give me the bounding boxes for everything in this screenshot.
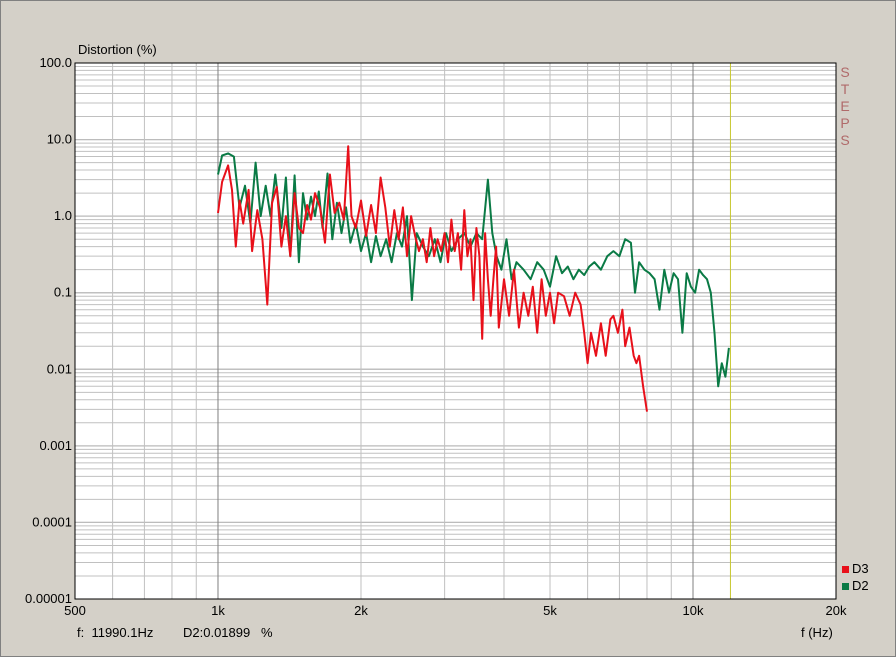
- y-tick-labels: 100.010.01.00.10.010.0010.00010.00001: [25, 55, 72, 606]
- x-tick-label: 10k: [683, 603, 704, 618]
- y-tick-label: 0.0001: [32, 514, 72, 529]
- steps-letter: P: [840, 115, 849, 131]
- readout-value: D2:0.01899 %: [183, 625, 273, 640]
- steps-label: STEPS: [840, 64, 849, 148]
- y-tick-label: 1.0: [54, 208, 72, 223]
- distortion-chart: 100.010.01.00.10.010.0010.00010.00001 50…: [25, 42, 869, 640]
- y-tick-label: 0.1: [54, 285, 72, 300]
- y-axis-label: Distortion (%): [78, 42, 157, 57]
- y-tick-label: 0.01: [47, 361, 72, 376]
- legend: D3D2: [842, 561, 869, 593]
- x-tick-label: 2k: [354, 603, 368, 618]
- steps-letter: S: [840, 132, 849, 148]
- steps-letter: S: [840, 64, 849, 80]
- y-tick-label: 100.0: [39, 55, 72, 70]
- legend-label-d3: D3: [852, 561, 869, 576]
- legend-swatch-d3: [842, 566, 849, 573]
- y-tick-label: 0.001: [39, 438, 72, 453]
- x-tick-label: 500: [64, 603, 86, 618]
- steps-letter: T: [841, 81, 850, 97]
- y-tick-label: 10.0: [47, 132, 72, 147]
- steps-letter: E: [840, 98, 849, 114]
- x-tick-labels: 500 1k 2k 5k 10k 20k: [64, 603, 847, 618]
- legend-label-d2: D2: [852, 578, 869, 593]
- x-axis-label: f (Hz): [801, 625, 833, 640]
- readout-frequency: f: 11990.1Hz: [77, 625, 153, 640]
- chart-window: 100.0 10.0 1.0 0.1 0.01 0.001 0.0001 0.00001 50…: [0, 0, 896, 657]
- x-tick-label: 1k: [211, 603, 225, 618]
- legend-swatch-d2: [842, 583, 849, 590]
- x-tick-label: 20k: [826, 603, 847, 618]
- x-tick-label: 5k: [543, 603, 557, 618]
